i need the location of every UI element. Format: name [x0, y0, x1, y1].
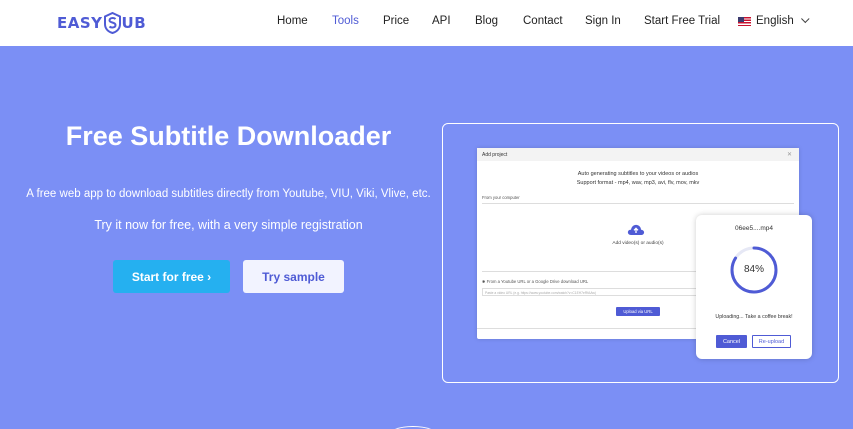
upload-filename: 06ee5....mp4: [735, 225, 773, 232]
cancel-button[interactable]: Cancel: [716, 335, 747, 348]
nav-price[interactable]: Price: [383, 15, 409, 27]
hero-tagline: Try it now for free, with a very simple …: [94, 218, 363, 232]
dialog-header: Add project ✕: [477, 148, 799, 161]
url-input[interactable]: Paste a video URL (e.g. https://www.yout…: [482, 288, 697, 296]
url-label: ✱ From a Youtube URL or a Google Drive d…: [482, 279, 589, 284]
hero-title: Free Subtitle Downloader: [65, 121, 392, 151]
language-selector[interactable]: English: [738, 14, 810, 27]
upload-status-message: Uploading... Take a coffee break!: [715, 314, 793, 320]
chevron-down-icon: [800, 14, 810, 24]
language-label: English: [756, 15, 794, 27]
progress-percent: 84%: [743, 264, 764, 275]
dialog-intro: Auto generating subtitles to your videos…: [477, 170, 799, 188]
upload-via-url-button[interactable]: Upload via URL: [616, 307, 660, 316]
intro-line-2: Support format - mp4, wav, mp3, avi, flv…: [576, 180, 700, 186]
nav-start-free-trial[interactable]: Start Free Trial: [644, 15, 720, 27]
nav-blog[interactable]: Blog: [475, 15, 498, 27]
intro-line-1: Auto generating subtitles to your videos…: [577, 171, 699, 177]
logo-text-right: UB: [121, 14, 147, 32]
try-sample-button[interactable]: Try sample: [243, 260, 344, 293]
dialog-title: Add project: [482, 152, 508, 158]
reupload-button[interactable]: Re-upload: [752, 335, 791, 348]
nav-tools[interactable]: Tools: [332, 15, 359, 27]
divider: [482, 203, 794, 204]
logo-s-icon: [103, 12, 121, 34]
nav-contact[interactable]: Contact: [523, 15, 563, 27]
nav-home[interactable]: Home: [277, 15, 308, 27]
start-for-free-button[interactable]: Start for free ›: [113, 260, 230, 293]
upload-progress-card: 06ee5....mp4 84% Uploading... Take a cof…: [696, 215, 812, 359]
nav-sign-in[interactable]: Sign In: [585, 15, 621, 27]
close-icon[interactable]: ✕: [787, 151, 792, 158]
hero-subtitle: A free web app to download subtitles dir…: [26, 188, 431, 200]
site-header: EASY UB Home Tools Price API Blog Contac…: [0, 0, 853, 46]
easysub-logo[interactable]: EASY UB: [57, 10, 146, 36]
cloud-upload-icon[interactable]: [627, 223, 645, 236]
logo-text-left: EASY: [57, 14, 103, 32]
us-flag-icon: [738, 16, 751, 26]
nav-api[interactable]: API: [432, 15, 451, 27]
from-computer-label: From your computer: [482, 195, 520, 200]
